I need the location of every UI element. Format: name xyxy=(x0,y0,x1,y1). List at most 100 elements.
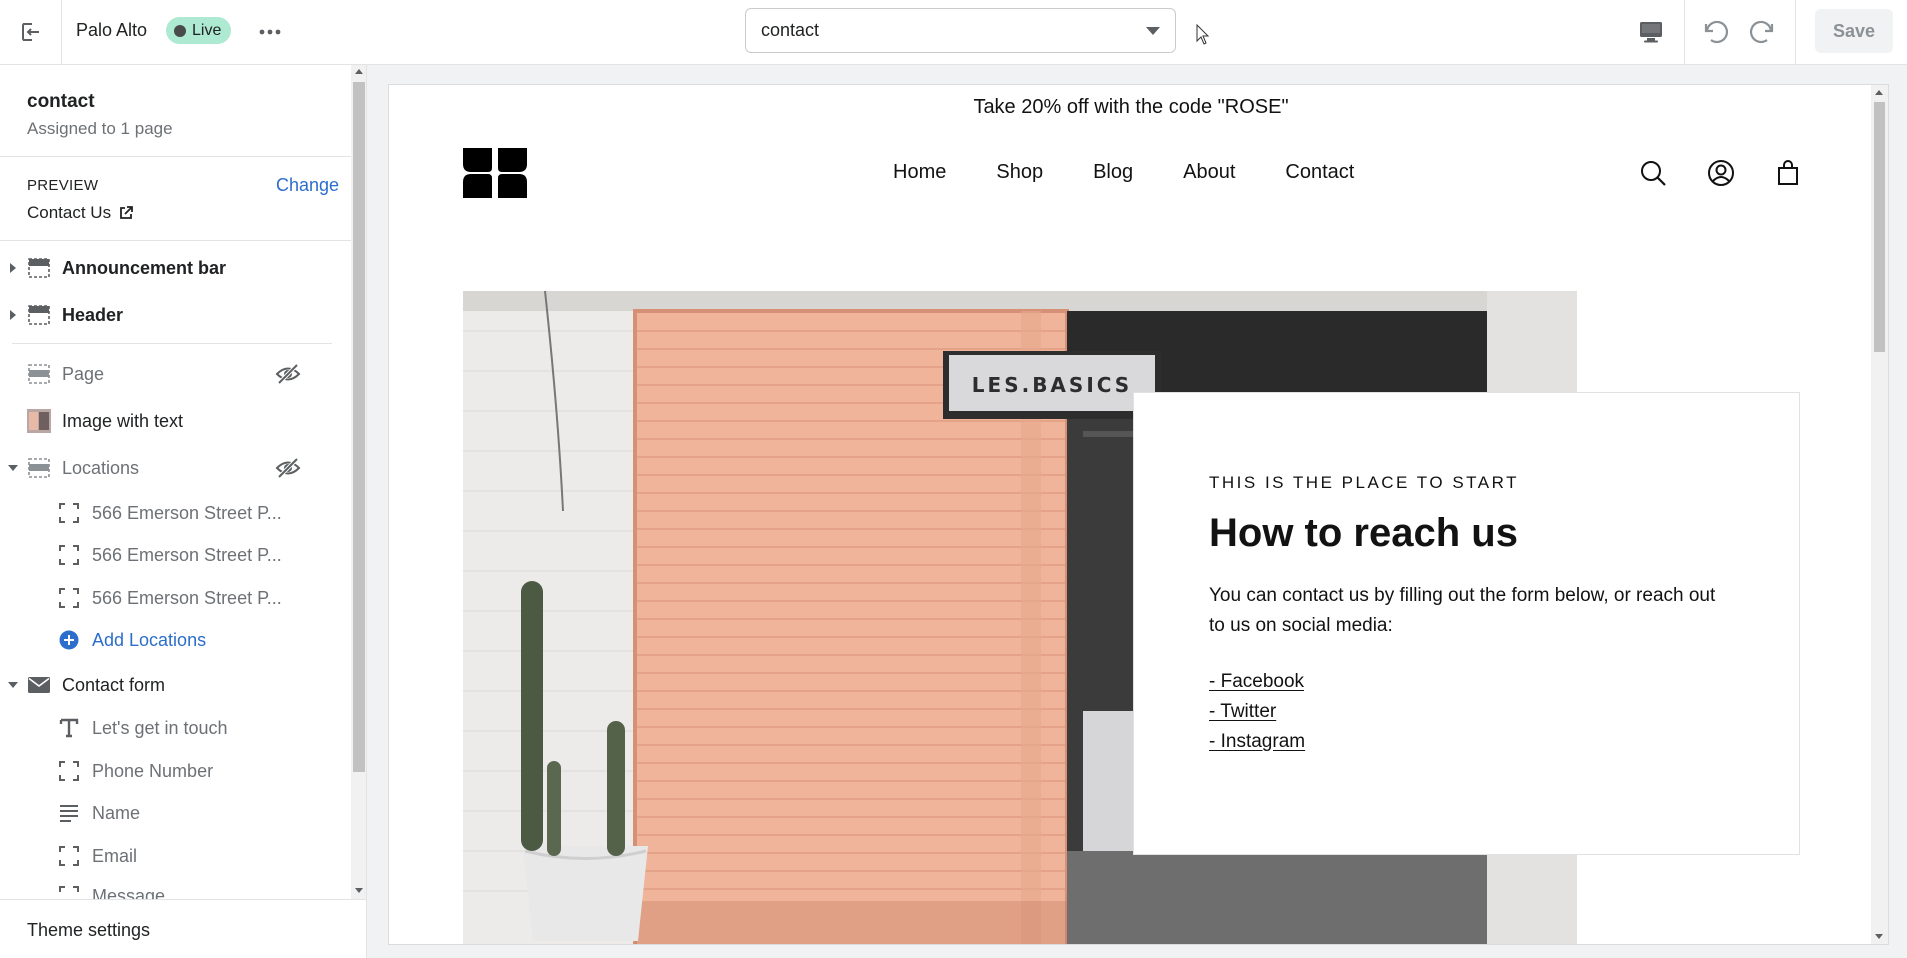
more-actions-button[interactable] xyxy=(250,12,290,52)
section-label: Announcement bar xyxy=(62,257,227,278)
section-contact-form[interactable]: Contact form xyxy=(0,666,351,704)
preview-page-link[interactable]: Contact Us xyxy=(27,203,133,223)
storefront-sign-text: LES.BASICS xyxy=(972,373,1132,397)
image-thumbnail-icon xyxy=(27,409,51,433)
account-icon[interactable] xyxy=(1707,159,1735,187)
section-page[interactable]: Page xyxy=(0,355,351,393)
block-label: Let's get in touch xyxy=(92,717,228,738)
block-label: Phone Number xyxy=(92,760,214,781)
template-select-value: contact xyxy=(761,20,820,40)
store-name: Palo Alto xyxy=(76,20,148,40)
facebook-link[interactable]: - Facebook xyxy=(1209,671,1304,693)
redo-button[interactable] xyxy=(1742,12,1782,52)
undo-button[interactable] xyxy=(1696,12,1736,52)
block-label: Email xyxy=(92,845,138,866)
twitter-link[interactable]: - Twitter xyxy=(1209,701,1276,723)
block-location[interactable]: 566 Emerson Street P... xyxy=(0,536,351,574)
expand-chevron-icon[interactable] xyxy=(10,263,16,273)
sidebar-scroll-thumb[interactable] xyxy=(353,82,365,772)
dropdown-caret-icon xyxy=(1146,26,1160,35)
collapse-chevron-icon[interactable] xyxy=(8,465,18,471)
section-announcement-bar[interactable]: Announcement bar xyxy=(0,249,351,287)
preview-scroll-thumb[interactable] xyxy=(1874,102,1885,352)
nav-link-contact[interactable]: Contact xyxy=(1285,161,1354,184)
toolbar-divider xyxy=(1795,0,1796,64)
device-preview-button[interactable] xyxy=(1630,12,1672,52)
section-icon xyxy=(27,362,51,386)
section-label: Header xyxy=(62,304,124,325)
more-icon xyxy=(259,29,281,35)
add-locations-label: Add Locations xyxy=(92,629,207,650)
block-icon xyxy=(57,543,81,567)
card-eyebrow: THIS IS THE PLACE TO START xyxy=(1209,473,1519,492)
store-logo[interactable] xyxy=(463,148,527,198)
twitter-link-text: - Twitter xyxy=(1209,701,1277,722)
nav-link-about[interactable]: About xyxy=(1183,161,1235,184)
announcement-bar: Take 20% off with the code "ROSE" xyxy=(973,96,1289,118)
block-location[interactable]: 566 Emerson Street P... xyxy=(0,579,351,617)
block-name[interactable]: Name xyxy=(0,794,351,832)
text-icon xyxy=(57,716,81,740)
search-icon[interactable] xyxy=(1639,159,1667,187)
card-body: You can contact us by filling out the fo… xyxy=(1209,585,1716,636)
mouse-cursor-icon xyxy=(1196,24,1210,45)
main-nav: Home Shop Blog About Contact xyxy=(893,161,1354,184)
preview-page-name: Contact Us xyxy=(27,203,112,222)
instagram-link-text: - Instagram xyxy=(1209,731,1306,752)
collapse-chevron-icon[interactable] xyxy=(8,682,18,688)
template-select[interactable]: contact xyxy=(745,8,1176,53)
section-label: Page xyxy=(62,363,105,384)
section-icon xyxy=(27,256,51,280)
block-icon xyxy=(57,586,81,610)
nav-link-blog[interactable]: Blog xyxy=(1093,161,1133,184)
scroll-down-icon[interactable] xyxy=(1875,934,1883,939)
template-assignment: Assigned to 1 page xyxy=(27,119,173,138)
redo-icon xyxy=(1750,20,1774,44)
divider xyxy=(0,240,351,241)
plus-circle-icon xyxy=(57,628,81,652)
add-locations-button[interactable]: Add Locations xyxy=(0,621,351,659)
toolbar-divider xyxy=(1684,0,1685,64)
card-heading: How to reach us xyxy=(1209,511,1518,555)
divider xyxy=(12,343,332,344)
block-icon xyxy=(57,501,81,525)
section-locations[interactable]: Locations xyxy=(0,449,351,487)
nav-link-home[interactable]: Home xyxy=(893,161,946,184)
top-bar: Palo Alto Live contact Save xyxy=(0,0,1907,65)
template-name: contact xyxy=(27,91,95,112)
scroll-down-icon[interactable] xyxy=(355,888,363,893)
eye-hidden-icon[interactable] xyxy=(275,363,301,385)
scroll-up-icon[interactable] xyxy=(1875,90,1883,95)
block-icon xyxy=(57,844,81,868)
section-icon xyxy=(27,303,51,327)
change-preview-link[interactable]: Change xyxy=(276,175,339,196)
block-location[interactable]: 566 Emerson Street P... xyxy=(0,494,351,532)
bag-icon[interactable] xyxy=(1774,159,1802,187)
paragraph-icon xyxy=(57,801,81,825)
contact-info-card: THIS IS THE PLACE TO START How to reach … xyxy=(1133,392,1800,855)
eye-hidden-icon[interactable] xyxy=(275,457,301,479)
nav-link-shop[interactable]: Shop xyxy=(996,161,1043,184)
instagram-link[interactable]: - Instagram xyxy=(1209,731,1305,753)
sidebar: contact Assigned to 1 page PREVIEW Chang… xyxy=(0,65,367,958)
block-email[interactable]: Email xyxy=(0,837,351,875)
exit-icon xyxy=(21,23,40,41)
theme-settings-button[interactable]: Theme settings xyxy=(0,899,366,958)
envelope-icon xyxy=(27,673,51,697)
exit-button[interactable] xyxy=(0,0,62,64)
expand-chevron-icon[interactable] xyxy=(10,310,16,320)
preview-label: PREVIEW xyxy=(27,177,99,194)
block-heading[interactable]: Let's get in touch xyxy=(0,709,351,747)
block-phone[interactable]: Phone Number xyxy=(0,752,351,790)
theme-settings-label: Theme settings xyxy=(27,920,151,940)
status-dot xyxy=(174,24,186,37)
save-button[interactable]: Save xyxy=(1815,9,1893,53)
section-header[interactable]: Header xyxy=(0,296,351,334)
section-label: Image with text xyxy=(62,410,184,431)
scroll-up-icon[interactable] xyxy=(355,69,363,74)
undo-icon xyxy=(1704,20,1728,44)
block-icon xyxy=(57,759,81,783)
section-icon xyxy=(27,456,51,480)
section-image-with-text[interactable]: Image with text xyxy=(0,402,351,440)
divider xyxy=(0,156,351,157)
